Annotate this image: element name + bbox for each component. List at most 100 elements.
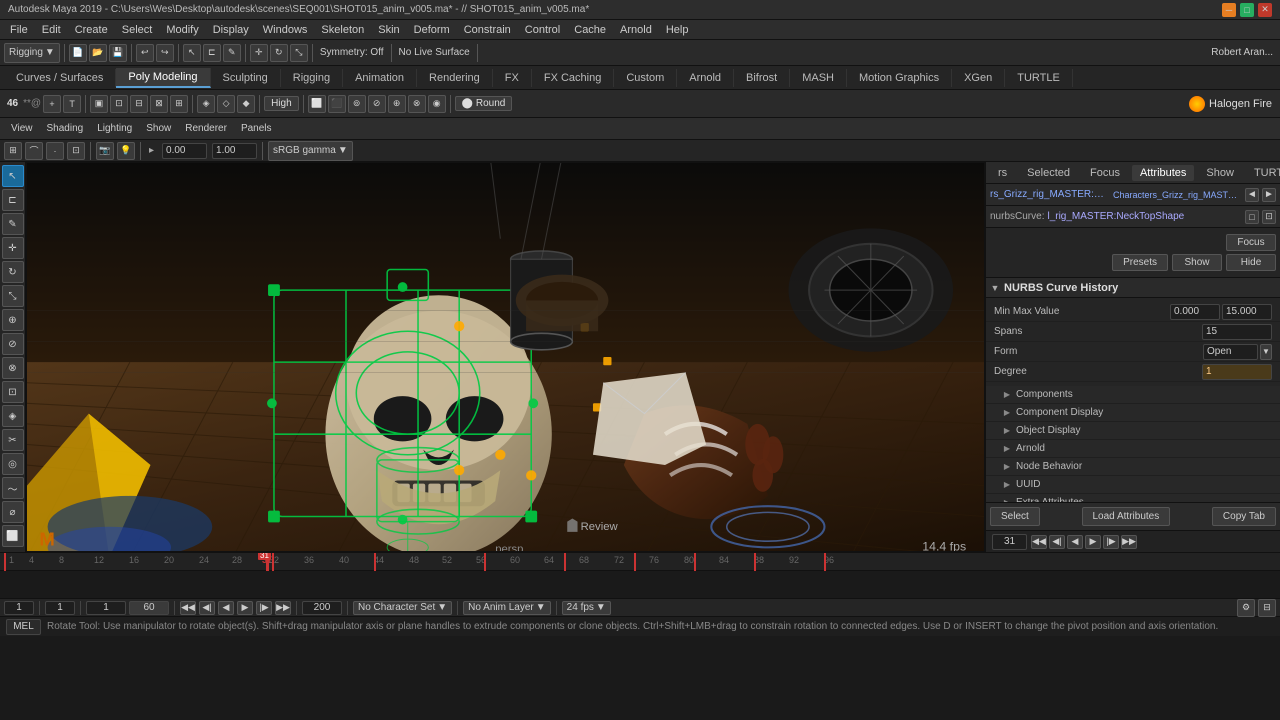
menu-display[interactable]: Display (207, 23, 255, 37)
anim-layer-dropdown[interactable]: No Anim Layer ▼ (463, 601, 551, 615)
light-icon[interactable]: 💡 (117, 142, 135, 160)
menu-help[interactable]: Help (660, 23, 695, 37)
object-display-header[interactable]: ▶ Object Display (986, 422, 1280, 440)
move-icon[interactable]: ✛ (250, 44, 268, 62)
lasso-tool-icon[interactable]: ⊏ (203, 44, 221, 62)
rotate-tool[interactable]: ↻ (2, 261, 24, 283)
menu-arnold[interactable]: Arnold (614, 23, 658, 37)
tab-rendering[interactable]: Rendering (417, 69, 493, 87)
poly-tool-8[interactable]: ◆ (237, 95, 255, 113)
show-menu[interactable]: Show (141, 122, 176, 135)
tab-fx[interactable]: FX (493, 69, 532, 87)
skip-end-button[interactable]: ▶▶ (275, 601, 291, 615)
rotate-icon[interactable]: ↻ (270, 44, 288, 62)
menu-deform[interactable]: Deform (408, 23, 456, 37)
snap-view-icon[interactable]: ⊡ (67, 142, 85, 160)
fps-dropdown[interactable]: 24 fps ▼ (562, 601, 611, 615)
play-back-button[interactable]: ◀ (218, 601, 234, 615)
show-button[interactable]: Show (1172, 254, 1222, 271)
viewport-icon-7[interactable]: ◉ (428, 95, 446, 113)
tab-rigging[interactable]: Rigging (281, 69, 343, 87)
show-manip-tool[interactable]: ⊗ (2, 357, 24, 379)
view-menu[interactable]: View (6, 122, 38, 135)
curve-expand-icon[interactable]: □ (1245, 210, 1259, 224)
menu-skeleton[interactable]: Skeleton (315, 23, 370, 37)
open-file-icon[interactable]: 📂 (89, 44, 107, 62)
menu-select[interactable]: Select (116, 23, 159, 37)
menu-file[interactable]: File (4, 23, 34, 37)
tab-mash[interactable]: MASH (790, 69, 847, 87)
focus-button[interactable]: Focus (1226, 234, 1276, 251)
renderer-menu[interactable]: Renderer (180, 122, 232, 135)
tab-turtle[interactable]: TURTLE (1246, 165, 1280, 181)
menu-windows[interactable]: Windows (257, 23, 314, 37)
close-button[interactable]: ✕ (1258, 3, 1272, 17)
snap-grid-icon[interactable]: ⊞ (4, 142, 22, 160)
timeline-ruler[interactable]: 1 4 8 12 16 20 24 28 31 32 36 40 44 48 5… (4, 553, 1276, 571)
viewport-icon-3[interactable]: ⊚ (348, 95, 366, 113)
min-value-input[interactable] (1170, 304, 1220, 320)
scale-icon[interactable]: ⤡ (290, 44, 308, 62)
snap-value1-input[interactable]: 0.00 (162, 143, 207, 159)
skip-to-start-btn[interactable]: ◀◀ (1031, 535, 1047, 549)
viewport-icon-2[interactable]: ⬛ (328, 95, 346, 113)
target-weld-tool[interactable]: ◎ (2, 453, 24, 475)
tab-attributes[interactable]: Attributes (1132, 165, 1194, 181)
step-fwd-btn[interactable]: |▶ (1103, 535, 1119, 549)
frame-counter-input[interactable] (992, 534, 1027, 550)
universal-manip-tool[interactable]: ⊕ (2, 309, 24, 331)
snap-point-icon[interactable]: · (46, 142, 64, 160)
quad-draw-tool[interactable]: ⬜ (2, 525, 24, 547)
tool-icon-t[interactable]: T (63, 95, 81, 113)
paint-select-tool[interactable]: ✎ (2, 213, 24, 235)
poly-tool-6[interactable]: ◈ (197, 95, 215, 113)
sculpt-tool[interactable]: ⌀ (2, 501, 24, 523)
quality-button[interactable]: High (264, 96, 299, 111)
nav-next[interactable]: ► (1262, 188, 1276, 202)
menu-create[interactable]: Create (69, 23, 114, 37)
move-tool[interactable]: ✛ (2, 237, 24, 259)
load-attributes-button[interactable]: Load Attributes (1082, 507, 1171, 526)
play-fwd-btn[interactable]: ▶ (1085, 535, 1101, 549)
scale-tool[interactable]: ⤡ (2, 285, 24, 307)
poly-tool-5[interactable]: ⊞ (170, 95, 188, 113)
undo-icon[interactable]: ↩ (136, 44, 154, 62)
timeline-options-icon[interactable]: ⊟ (1258, 599, 1276, 617)
anim-settings-icon[interactable]: ⚙ (1237, 599, 1255, 617)
tab-show[interactable]: Show (1198, 165, 1242, 181)
poly-tool-1[interactable]: ▣ (90, 95, 108, 113)
components-header[interactable]: ▶ Components (986, 386, 1280, 404)
max-value-input[interactable] (1222, 304, 1272, 320)
tab-rs[interactable]: rs (990, 165, 1015, 181)
soft-mod-tool[interactable]: ⊘ (2, 333, 24, 355)
new-file-icon[interactable]: 📄 (69, 44, 87, 62)
menu-cache[interactable]: Cache (568, 23, 612, 37)
hide-button[interactable]: Hide (1226, 254, 1276, 271)
viewport-icon-5[interactable]: ⊕ (388, 95, 406, 113)
step-fwd-button[interactable]: |▶ (256, 601, 272, 615)
menu-edit[interactable]: Edit (36, 23, 67, 37)
menu-skin[interactable]: Skin (372, 23, 405, 37)
extrude-tool[interactable]: ⊡ (2, 381, 24, 403)
arnold-header[interactable]: ▶ Arnold (986, 440, 1280, 458)
range-start-input[interactable] (86, 601, 126, 615)
step-back-btn[interactable]: ◀| (1049, 535, 1065, 549)
rigging-dropdown[interactable]: Rigging ▼ (4, 43, 60, 63)
gamma-dropdown[interactable]: sRGB gamma ▼ (268, 141, 353, 161)
lighting-menu[interactable]: Lighting (92, 122, 137, 135)
degree-input[interactable] (1202, 364, 1272, 380)
multi-cut-tool[interactable]: ✂ (2, 429, 24, 451)
range-end-60-input[interactable] (129, 601, 169, 615)
minimize-button[interactable]: ─ (1222, 3, 1236, 17)
select-tool-icon[interactable]: ↖ (183, 44, 201, 62)
char-set-dropdown[interactable]: No Character Set ▼ (353, 601, 452, 615)
tab-focus[interactable]: Focus (1082, 165, 1128, 181)
redo-icon[interactable]: ↪ (156, 44, 174, 62)
maximize-button[interactable]: □ (1240, 3, 1254, 17)
viewport-icon-6[interactable]: ⊗ (408, 95, 426, 113)
select-tool[interactable]: ↖ (2, 165, 24, 187)
poly-tool-4[interactable]: ⊠ (150, 95, 168, 113)
tab-selected[interactable]: Selected (1019, 165, 1078, 181)
menu-control[interactable]: Control (519, 23, 566, 37)
tab-custom[interactable]: Custom (614, 69, 677, 87)
